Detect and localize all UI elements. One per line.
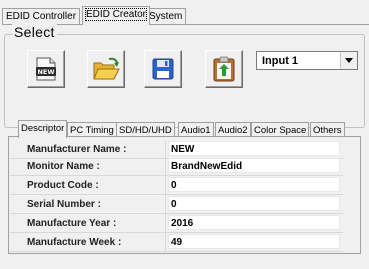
save-edid-button[interactable]: [144, 50, 182, 88]
manufacture-week-label: Manufacture Week :: [27, 237, 122, 248]
tab-others[interactable]: Others: [310, 122, 345, 137]
new-document-icon: NEW: [36, 57, 56, 81]
serial-number-label: Serial Number :: [27, 199, 101, 210]
tab-label: EDID Controller: [6, 11, 77, 22]
tab-edid-creator[interactable]: EDID Creator: [82, 6, 151, 25]
input-select-value: Input 1: [262, 55, 299, 67]
column-divider: [165, 141, 166, 252]
chevron-down-icon: [345, 58, 353, 63]
tab-audio1[interactable]: Audio1: [178, 122, 214, 137]
monitor-name-label: Monitor Name :: [27, 161, 100, 172]
row-divider: [10, 175, 343, 176]
tab-color-space[interactable]: Color Space: [251, 122, 310, 137]
tab-label: PC Timing: [70, 125, 114, 136]
tab-label: SD/HD/UHD: [119, 125, 172, 136]
tab-label: Audio1: [181, 125, 211, 136]
manufacture-week-field[interactable]: 49: [168, 234, 340, 249]
tab-label: Descriptor: [21, 123, 65, 134]
tab-label: System: [149, 11, 183, 22]
new-edid-button[interactable]: NEW: [27, 50, 65, 88]
serial-number-field[interactable]: 0: [168, 196, 340, 211]
manufacture-year-label: Manufacture Year :: [27, 218, 117, 229]
manufacturer-name-field[interactable]: NEW: [168, 141, 340, 156]
manufacturer-name-label: Manufacturer Name :: [27, 144, 127, 155]
tab-sd-hd-uhd[interactable]: SD/HD/UHD: [116, 122, 175, 137]
open-edid-button[interactable]: [87, 50, 125, 88]
tab-descriptor[interactable]: Descriptor: [18, 120, 68, 138]
product-code-field[interactable]: 0: [168, 177, 340, 192]
dropdown-button[interactable]: [340, 52, 357, 69]
tab-edid-controller[interactable]: EDID Controller: [2, 8, 81, 24]
open-folder-icon: [93, 57, 120, 80]
tab-pane-border: [2, 24, 369, 25]
svg-text:NEW: NEW: [37, 68, 54, 76]
upload-clipboard-icon: [213, 56, 235, 82]
tab-label: EDID Creator: [84, 8, 148, 21]
row-divider: [10, 194, 343, 195]
row-divider: [10, 213, 343, 214]
input-select[interactable]: Input 1: [256, 51, 358, 70]
tab-system[interactable]: System: [145, 8, 187, 24]
select-group-title: Select: [12, 24, 57, 40]
tab-audio2[interactable]: Audio2: [215, 122, 251, 137]
manufacture-year-field[interactable]: 2016: [168, 215, 340, 230]
upload-edid-button[interactable]: [205, 50, 243, 88]
row-divider: [10, 232, 343, 233]
product-code-label: Product Code :: [27, 180, 99, 191]
tab-label: Audio2: [218, 125, 248, 136]
row-divider: [10, 251, 343, 252]
tab-pc-timing[interactable]: PC Timing: [67, 122, 117, 137]
tab-label: Others: [313, 125, 342, 136]
monitor-name-field[interactable]: BrandNewEdid: [168, 158, 340, 173]
save-icon: [152, 58, 174, 80]
tab-label: Color Space: [254, 125, 307, 136]
